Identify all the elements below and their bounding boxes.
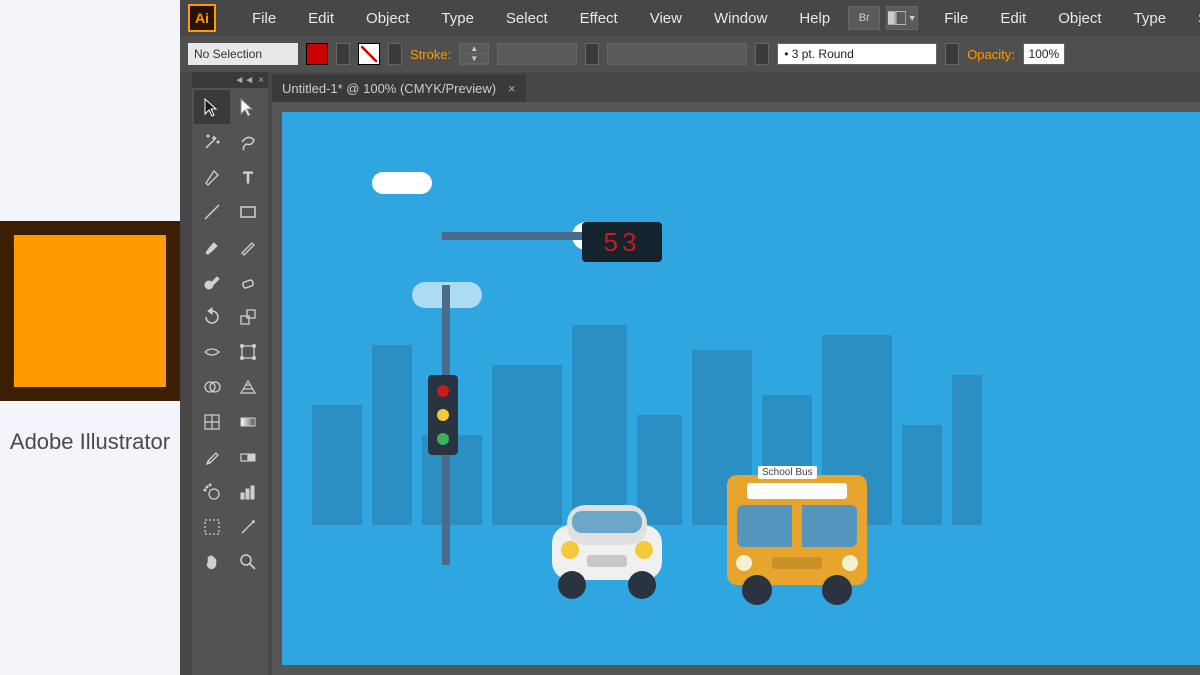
menu-help[interactable]: Help: [785, 6, 844, 31]
shape-builder-tool[interactable]: [194, 370, 230, 404]
blob-brush-tool[interactable]: [194, 265, 230, 299]
magic-wand-tool[interactable]: [194, 125, 230, 159]
stroke-weight-field[interactable]: [497, 43, 577, 65]
stroke-swatch[interactable]: [358, 43, 380, 65]
workspace-layout-button[interactable]: ▼: [886, 6, 918, 30]
menu-effect[interactable]: Effect: [566, 6, 632, 31]
width-tool[interactable]: [194, 335, 230, 369]
menu-object[interactable]: Object: [352, 6, 423, 31]
marketing-left-panel: Ai Adobe Illustrator: [0, 0, 180, 675]
menu-select[interactable]: Select: [1184, 6, 1200, 31]
selection-status[interactable]: No Selection: [188, 43, 298, 65]
zoom-tool[interactable]: [231, 545, 267, 579]
menu-view[interactable]: View: [636, 6, 696, 31]
stroke-label: Stroke:: [410, 47, 451, 62]
left-gutter: [180, 72, 192, 675]
app-badge-icon: Ai: [188, 4, 216, 32]
bridge-button[interactable]: Br: [848, 6, 880, 30]
artwork-bus-sign: School Bus: [758, 466, 817, 479]
scale-tool[interactable]: [231, 300, 267, 334]
menu-edit[interactable]: Edit: [294, 6, 348, 31]
opacity-label: Opacity:: [967, 47, 1015, 62]
lasso-tool[interactable]: [231, 125, 267, 159]
blend-tool[interactable]: [231, 440, 267, 474]
slice-tool[interactable]: [231, 510, 267, 544]
direct-selection-tool[interactable]: [231, 90, 267, 124]
hand-tool[interactable]: [194, 545, 230, 579]
fill-swatch[interactable]: [306, 43, 328, 65]
tool-panel: ◄◄ × T: [192, 72, 268, 675]
stroke-dropdown[interactable]: [388, 43, 402, 65]
type-tool[interactable]: T: [231, 160, 267, 194]
rectangle-tool[interactable]: [231, 195, 267, 229]
artboard-tool[interactable]: [194, 510, 230, 544]
pen-tool[interactable]: [194, 160, 230, 194]
ai-app-icon: Ai: [0, 221, 180, 401]
menu-file[interactable]: File: [238, 6, 290, 31]
menu-object[interactable]: Object: [1044, 6, 1115, 31]
menu-select[interactable]: Select: [492, 6, 562, 31]
variable-width-profile[interactable]: [607, 43, 747, 65]
menu-window[interactable]: Window: [700, 6, 781, 31]
menu-file[interactable]: File: [930, 6, 982, 31]
document-tab[interactable]: Untitled-1* @ 100% (CMYK/Preview) ×: [272, 74, 526, 102]
column-graph-tool[interactable]: [231, 475, 267, 509]
menu-type[interactable]: Type: [427, 6, 488, 31]
variable-width-dropdown[interactable]: [755, 43, 769, 65]
illustrator-window: Ai FileEditObjectTypeSelectEffectViewWin…: [180, 0, 1200, 675]
eraser-tool[interactable]: [231, 265, 267, 299]
fill-dropdown[interactable]: [336, 43, 350, 65]
menubar: Ai FileEditObjectTypeSelectEffectViewWin…: [180, 0, 1200, 36]
tool-panel-header: ◄◄ ×: [192, 72, 268, 88]
gradient-tool[interactable]: [231, 405, 267, 439]
rotate-tool[interactable]: [194, 300, 230, 334]
menubar-right-tools: Br ▼: [848, 6, 926, 30]
perspective-grid-tool[interactable]: [231, 370, 267, 404]
stroke-style-dropdown[interactable]: [585, 43, 599, 65]
tool-grid: T: [192, 88, 268, 675]
eyedropper-tool[interactable]: [194, 440, 230, 474]
canvas-viewport[interactable]: 53: [272, 102, 1200, 675]
pencil-tool[interactable]: [231, 230, 267, 264]
brush-definition-field[interactable]: • 3 pt. Round: [777, 43, 937, 65]
artwork-counter: 53: [582, 222, 662, 262]
menu-edit[interactable]: Edit: [986, 6, 1040, 31]
canvas-area: Untitled-1* @ 100% (CMYK/Preview) ×: [268, 72, 1200, 675]
free-transform-tool[interactable]: [231, 335, 267, 369]
mesh-tool[interactable]: [194, 405, 230, 439]
brush-dropdown[interactable]: [945, 43, 959, 65]
panel-close-icon[interactable]: ×: [258, 75, 264, 86]
menu-type[interactable]: Type: [1120, 6, 1181, 31]
selection-tool[interactable]: [194, 90, 230, 124]
svg-text:T: T: [243, 170, 253, 187]
artwork-car: [532, 495, 682, 605]
options-bar: No Selection Stroke: ▲▼ • 3 pt. Round Op…: [180, 36, 1200, 72]
artwork-cloud: [372, 172, 432, 194]
artboard[interactable]: 53: [282, 112, 1200, 665]
app-name-label: Adobe Illustrator: [10, 429, 170, 455]
stroke-weight-stepper[interactable]: ▲▼: [459, 43, 489, 65]
artwork-traffic-light: [428, 375, 458, 455]
ai-icon-text: Ai: [47, 259, 133, 362]
opacity-field[interactable]: 100%: [1023, 43, 1065, 65]
symbol-sprayer-tool[interactable]: [194, 475, 230, 509]
line-tool[interactable]: [194, 195, 230, 229]
workspace: ◄◄ × T Untitled-1* @ 100% (CMYK/Preview)…: [180, 72, 1200, 675]
panel-collapse-icon[interactable]: ◄◄: [234, 75, 254, 86]
paintbrush-tool[interactable]: [194, 230, 230, 264]
close-tab-icon[interactable]: ×: [508, 81, 516, 96]
document-title: Untitled-1* @ 100% (CMYK/Preview): [282, 81, 496, 96]
